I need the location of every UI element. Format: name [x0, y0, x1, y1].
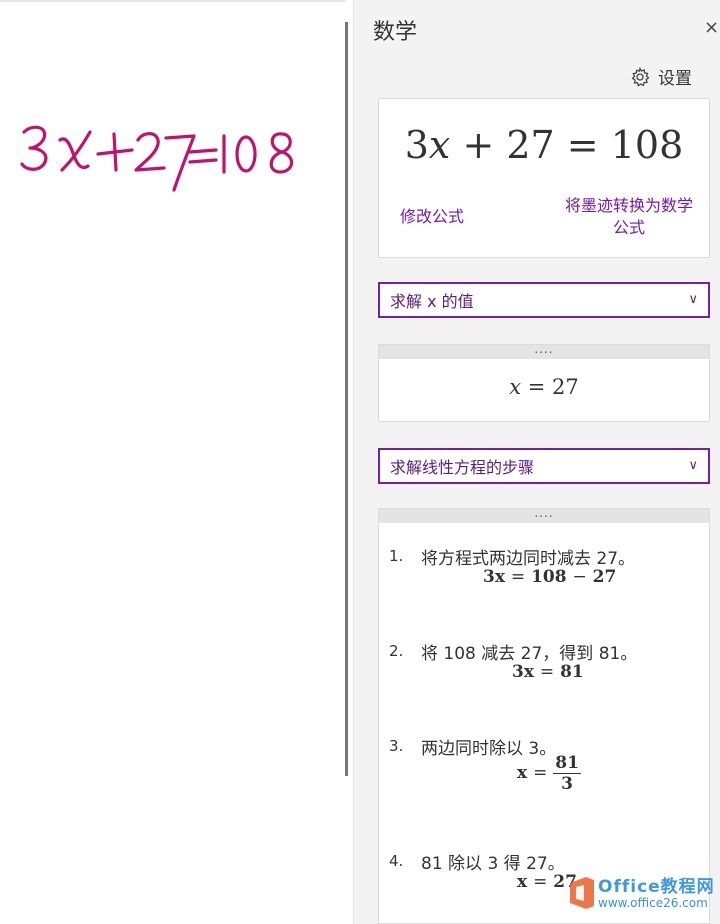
equation-rest: + 27 = 108: [462, 123, 684, 167]
result-card: .... x = 27: [378, 343, 710, 422]
watermark-url: www.office26.com: [598, 896, 708, 910]
settings-button[interactable]: 设置: [630, 64, 692, 89]
steps-card: .... 1. 将方程式两边同时减去 27。 3x = 108 − 27 2. …: [378, 507, 710, 924]
step-text: 将 108 减去 27，得到 81。: [421, 644, 638, 664]
step-equation: 3x = 81: [512, 662, 584, 682]
canvas-top-border: [0, 0, 346, 2]
solution-result: x = 27: [379, 375, 709, 399]
convert-ink-link[interactable]: 将墨迹转换为数学公式: [561, 195, 697, 239]
step-text: 将方程式两边同时减去 27。: [421, 549, 636, 569]
step-text: 81 除以 3 得 27。: [421, 854, 565, 874]
pane-title: 数学: [373, 20, 418, 45]
step-equation: x = 81 3: [517, 753, 581, 794]
step-operator: =: [533, 872, 548, 892]
fraction-numerator: 81: [553, 753, 581, 774]
step-lhs: 3x: [512, 662, 534, 682]
watermark-title: Office教程网: [598, 877, 715, 897]
step-lhs: x: [517, 763, 528, 783]
chevron-down-icon: ∨: [688, 458, 698, 473]
pane-divider[interactable]: [345, 22, 348, 776]
handwritten-equation-ink: [20, 125, 294, 192]
step-number: 1.: [389, 547, 404, 565]
ink-canvas[interactable]: [0, 0, 346, 924]
result-expand-handle[interactable]: ....: [379, 343, 709, 359]
step-fraction: 81 3: [553, 753, 581, 794]
step-term: 27: [592, 567, 617, 587]
steps-select[interactable]: 求解线性方程的步骤 ∨: [378, 448, 710, 484]
step-number: 4.: [389, 852, 404, 870]
gear-icon: [631, 66, 650, 87]
settings-label: 设置: [658, 69, 692, 89]
math-pane: 数学 × 设置 3x + 27 = 108 修改公式 将墨迹转换为数学公式 求解…: [353, 0, 720, 924]
edit-formula-link[interactable]: 修改公式: [400, 206, 464, 228]
action-select[interactable]: 求解 x 的值 ∨: [378, 282, 710, 318]
step-lhs: x: [517, 872, 528, 892]
chevron-down-icon: ∨: [688, 292, 698, 307]
steps-expand-handle[interactable]: ....: [379, 507, 709, 523]
equation-coef: 3: [404, 123, 429, 167]
recognized-equation: 3x + 27 = 108: [379, 123, 709, 167]
step-operator: −: [572, 567, 587, 587]
step-equation: 3x = 108 − 27: [483, 567, 616, 587]
fraction-denominator: 3: [561, 774, 573, 794]
step-lhs: 3x: [483, 567, 505, 587]
step-number: 3.: [389, 737, 404, 755]
step-term: 108: [531, 567, 567, 587]
result-variable: x: [509, 375, 522, 399]
result-value: = 27: [527, 375, 579, 399]
step-number: 2.: [389, 642, 404, 660]
equation-card: 3x + 27 = 108 修改公式 将墨迹转换为数学公式: [378, 98, 710, 258]
step-operator: =: [533, 763, 548, 783]
step-operator: =: [510, 567, 526, 587]
action-select-value: 求解 x 的值: [390, 292, 474, 311]
steps-select-value: 求解线性方程的步骤: [390, 458, 535, 477]
office-logo-icon: [570, 877, 594, 909]
step-operator: =: [539, 662, 555, 682]
watermark-logo: Office教程网 www.office26.com: [568, 872, 718, 920]
equation-variable: x: [428, 123, 451, 167]
close-button[interactable]: ×: [704, 17, 719, 38]
step-term: 81: [560, 662, 584, 682]
